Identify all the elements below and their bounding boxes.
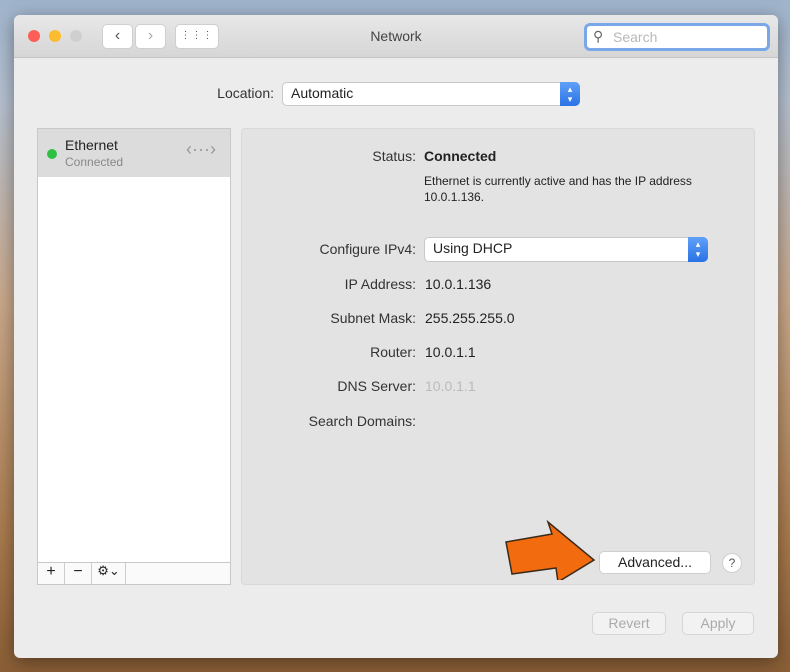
status-description: Ethernet is currently active and has the… [424,174,692,204]
location-select[interactable]: Automatic ▴ ▾ [282,82,580,106]
service-status: Connected [65,155,124,169]
status-label: Status: [372,148,416,164]
location-value: Automatic [291,85,354,101]
updown-icon: ▴ ▾ [560,82,580,106]
title-bar: ‹ › ⋮⋮⋮ Network ⚲ Search [14,15,778,58]
search-placeholder: Search [613,29,658,45]
location-label: Location: [217,85,274,101]
apply-button[interactable]: Apply [682,612,754,635]
orange-arrow-icon [505,520,596,580]
ip-address-value: 10.0.1.136 [425,276,492,292]
subnet-mask-value: 255.255.255.0 [425,310,515,326]
configure-ipv4-select[interactable]: Using DHCP ▴ ▾ [424,237,708,262]
search-domains-label: Search Domains: [308,413,416,429]
dns-server-value: 10.0.1.1 [425,378,476,394]
list-toolbar: + − ⚙︎⌄ [38,562,230,584]
updown-icon: ▴ ▾ [688,237,708,262]
ip-address-label: IP Address: [344,276,416,292]
service-item-ethernet[interactable]: Ethernet Connected ‹···› [38,129,230,177]
advanced-button[interactable]: Advanced... [599,551,711,574]
status-dot [47,149,57,159]
gear-menu-button[interactable]: ⚙︎⌄ [92,563,126,584]
network-window: ‹ › ⋮⋮⋮ Network ⚲ Search Location: Autom… [14,15,778,658]
dns-server-label: DNS Server: [337,378,416,394]
ethernet-icon: ‹···› [186,139,216,159]
configure-ipv4-label: Configure IPv4: [319,241,417,257]
service-list: Ethernet Connected ‹···› + − ⚙︎⌄ [37,128,231,585]
router-value: 10.0.1.1 [425,344,476,360]
subnet-mask-label: Subnet Mask: [330,310,416,326]
search-icon: ⚲ [593,28,604,44]
status-value: Connected [424,148,497,164]
service-name: Ethernet [65,137,118,153]
add-service-button[interactable]: + [38,563,65,584]
router-label: Router: [370,344,416,360]
help-button[interactable]: ? [722,553,742,573]
configure-ipv4-value: Using DHCP [433,240,513,256]
revert-button[interactable]: Revert [592,612,666,635]
search-input[interactable]: ⚲ Search [584,23,770,51]
remove-service-button[interactable]: − [65,563,92,584]
